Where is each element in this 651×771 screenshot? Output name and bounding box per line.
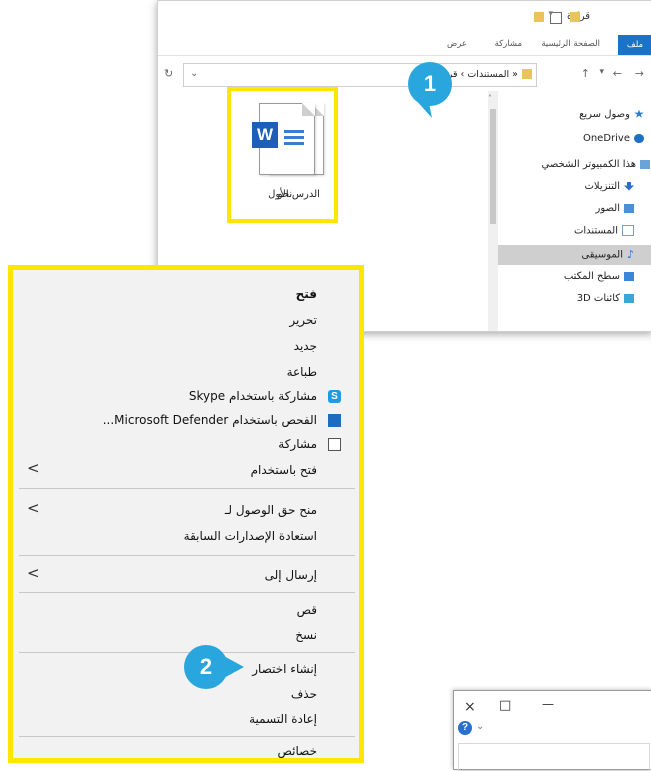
menu-item-open[interactable]: فتح [296,287,317,301]
tab-share[interactable]: مشاركة [495,39,522,49]
folder-icon [534,12,544,22]
unused [158,95,222,213]
chevron-left-icon: < [27,499,40,517]
chevron-down-icon[interactable]: ⌄ [476,721,484,732]
nav-item-desktop[interactable]: سطح المكتب [564,271,634,282]
documents-icon [622,225,634,236]
nav-item-downloads[interactable]: التنزيلات [584,181,634,192]
properties-dialog: × □ — ? ⌄ [453,690,651,771]
nav-item-3d-objects[interactable]: كائنات 3D [577,293,634,304]
menu-separator [19,555,355,556]
menu-item-cut[interactable]: قص [297,603,317,617]
tab-view[interactable]: عرض [447,39,467,49]
recent-dropdown-icon[interactable]: ▾ [599,67,604,77]
menu-item-copy[interactable]: نسخ [295,628,317,642]
star-icon [634,109,644,118]
nav-item-documents[interactable]: المستندات [574,225,634,237]
menu-separator [19,652,355,653]
navigation-pane: وصول سريع OneDrive هذا الكمبيوتر الشخصي … [498,91,651,331]
menu-item-share[interactable]: مشاركة [278,437,317,451]
ribbon: ملف الصفحة الرئيسية مشاركة عرض [158,35,651,56]
music-icon: ♪ [626,248,634,261]
menu-item-properties[interactable]: خصائص [277,744,317,758]
menu-item-print[interactable]: طباعة [287,365,317,379]
download-icon [624,181,634,191]
title-bar: قراءة ▾ [158,1,651,35]
chevron-left-icon: < [27,459,40,477]
file-highlight-box [227,87,338,223]
quick-access-dropdown-icon[interactable]: ▾ [548,9,553,19]
defender-icon [328,414,341,427]
back-arrow-icon[interactable]: → [635,67,644,80]
address-row: → ← ▾ ↑ « المستندات › قراءة ⌄ ↻ [158,59,651,89]
menu-item-give-access[interactable]: منح حق الوصول لـ [225,503,317,517]
menu-separator [19,592,355,593]
close-icon[interactable]: × [464,699,476,715]
chevron-left-icon: < [27,564,40,582]
menu-item-share-skype[interactable]: مشاركة باستخدام Skype [189,389,317,403]
context-menu: فتح تحرير جديد طباعة S مشاركة باستخدام S… [8,265,364,763]
refresh-icon[interactable]: ↻ [164,67,173,80]
nav-item-pictures[interactable]: الصور [596,203,634,214]
address-dropdown-icon[interactable]: ⌄ [190,68,198,79]
callout-2-pointer [222,655,244,679]
new-folder-icon[interactable] [570,12,580,22]
computer-icon [640,159,650,169]
menu-item-scan-defender[interactable]: الفحص باستخدام Microsoft Defender... [103,413,317,427]
callout-1-pointer [414,98,432,118]
menu-separator [19,736,355,737]
nav-item-quick-access[interactable]: وصول سريع [579,109,644,120]
dialog-content [458,743,650,771]
menu-item-create-shortcut[interactable]: إنشاء اختصار [252,662,317,676]
menu-item-open-with[interactable]: فتح باستخدام [251,463,317,477]
skype-icon: S [328,390,341,403]
minimize-icon[interactable]: — [542,697,554,711]
tab-home[interactable]: الصفحة الرئيسية [541,39,600,49]
menu-item-send-to[interactable]: إرسال إلى [265,568,317,582]
share-icon [328,438,341,451]
menu-item-edit[interactable]: تحرير [289,313,317,327]
menu-item-restore-versions[interactable]: استعادة الإصدارات السابقة [184,529,317,543]
pictures-icon [624,203,634,213]
tab-file[interactable]: ملف [618,35,651,55]
menu-item-new[interactable]: جديد [294,339,317,353]
nav-item-music[interactable]: ♪الموسيقى [581,248,634,261]
desktop-icon [624,271,634,281]
address-bar[interactable]: « المستندات › قراءة ⌄ [183,63,537,87]
nav-item-onedrive[interactable]: OneDrive [583,133,644,144]
up-arrow-icon[interactable]: ↑ [581,67,590,80]
3d-objects-icon [624,293,634,303]
folder-icon [522,69,532,79]
help-icon[interactable]: ? [458,721,472,735]
menu-item-delete[interactable]: حذف [291,687,317,701]
nav-item-this-pc[interactable]: هذا الكمبيوتر الشخصي [542,159,650,170]
cloud-icon [634,133,644,143]
maximize-icon[interactable]: □ [499,698,511,713]
scroll-up-icon[interactable]: ˄ [488,94,492,103]
menu-separator [19,488,355,489]
forward-arrow-icon[interactable]: ← [613,67,622,80]
menu-item-rename[interactable]: إعادة التسمية [249,712,317,726]
scrollbar-thumb[interactable] [490,109,496,224]
